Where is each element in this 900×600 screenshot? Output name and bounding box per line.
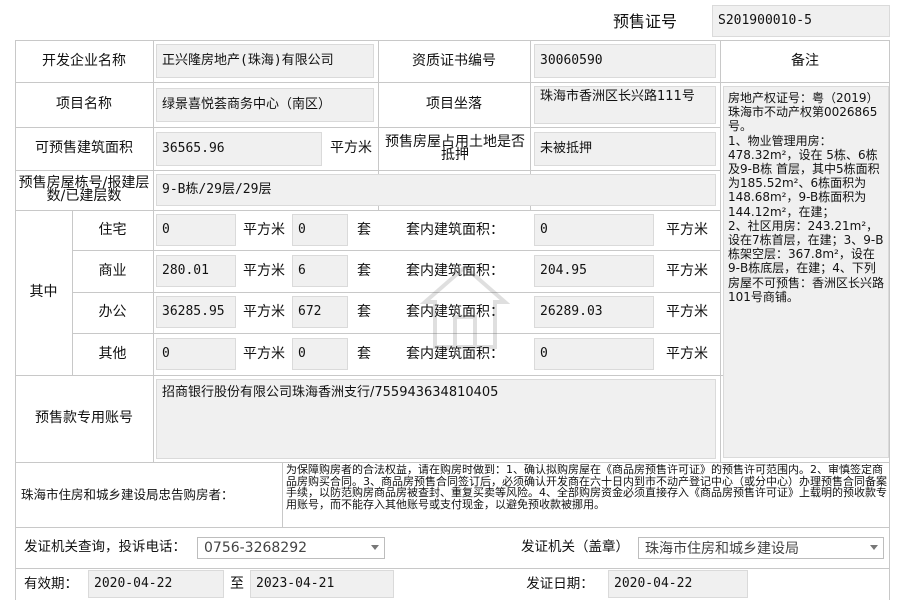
- mortgage-label: 预售房屋占用土地是否抵押: [385, 133, 525, 163]
- usage-area-value: 36285.95: [156, 296, 236, 328]
- notice-label: 珠海市住房和城乡建设局忠告购房者：: [21, 487, 234, 502]
- validity-to-label: 至: [230, 575, 244, 592]
- location-label: 项目坐落: [426, 96, 482, 112]
- building-floors-value: 9-B栋/29层/29层: [156, 174, 716, 206]
- usage-type-other: 其他: [98, 345, 127, 362]
- issue-date-value: 2020-04-22: [608, 570, 748, 598]
- location-value: 珠海市香洲区长兴路111号: [534, 86, 716, 124]
- presale-area-value: 36565.96: [156, 132, 322, 166]
- usage-type-office: 办公: [98, 304, 127, 320]
- project-value: 绿景喜悦荟商务中心（南区）: [156, 88, 374, 122]
- usage-sets-unit: 套: [357, 262, 371, 279]
- usage-sets-value: 0: [292, 214, 348, 246]
- authority-value: 珠海市住房和城乡建设局: [645, 541, 799, 557]
- inner-area-unit: 平方米: [666, 345, 708, 362]
- inner-area-unit: 平方米: [666, 262, 708, 279]
- house-watermark-icon: [420, 264, 510, 349]
- qualification-value: 30060590: [534, 44, 716, 78]
- validity-from: 2020-04-22: [88, 570, 224, 598]
- complaint-phone-select[interactable]: 0756-3268292: [197, 537, 385, 559]
- inner-area-value: 0: [534, 338, 654, 370]
- presale-number-value: S201900010-5: [712, 5, 890, 37]
- mortgage-value: 未被抵押: [534, 132, 716, 166]
- notice-text: 为保障购房者的合法权益，请在购房时做到：1、确认拟购房屋在《商品房预售许可证》的…: [286, 464, 887, 511]
- usage-sets-unit: 套: [357, 304, 371, 320]
- account-value: 招商银行股份有限公司珠海香洲支行/755943634810405: [156, 379, 716, 459]
- presale-number-label: 预售证号: [612, 11, 677, 31]
- usage-area-value: 280.01: [156, 255, 236, 287]
- remark-label: 备注: [791, 52, 819, 69]
- inner-area-unit: 平方米: [666, 304, 708, 320]
- usage-area-unit: 平方米: [243, 304, 285, 320]
- usage-sets-unit: 套: [357, 221, 371, 238]
- usage-sets-unit: 套: [357, 345, 371, 362]
- account-label: 预售款专用账号: [35, 410, 133, 426]
- inner-area-value: 0: [534, 214, 654, 246]
- usage-type-residential: 住宅: [98, 221, 127, 238]
- chevron-down-icon: [870, 545, 878, 550]
- usage-area-unit: 平方米: [243, 345, 285, 362]
- authority-select[interactable]: 珠海市住房和城乡建设局: [638, 537, 884, 559]
- qualification-label: 资质证书编号: [412, 52, 496, 69]
- usage-area-value: 0: [156, 338, 236, 370]
- usage-area-unit: 平方米: [243, 262, 285, 279]
- issue-date-label: 发证日期：: [526, 575, 594, 592]
- chevron-down-icon: [371, 545, 379, 550]
- usage-area-unit: 平方米: [243, 221, 285, 238]
- remark-text: 房地产权证号：粤（2019）珠海市不动产权第0026865号。 1、物业管理用房…: [723, 86, 889, 458]
- usage-sets-value: 0: [292, 338, 348, 370]
- inner-area-value: 204.95: [534, 255, 654, 287]
- complaint-phone-value: 0756-3268292: [204, 540, 308, 556]
- usage-type-commercial: 商业: [98, 262, 127, 279]
- inner-area-label: 套内建筑面积：: [406, 221, 504, 238]
- usage-sets-value: 6: [292, 255, 348, 287]
- usage-sets-value: 672: [292, 296, 348, 328]
- usage-area-value: 0: [156, 214, 236, 246]
- complaint-phone-label: 发证机关查询，投诉电话：: [24, 539, 186, 555]
- inner-area-value: 26289.03: [534, 296, 654, 328]
- project-label: 项目名称: [56, 96, 112, 112]
- validity-to: 2023-04-21: [250, 570, 394, 598]
- presale-area-unit: 平方米: [330, 140, 372, 156]
- usage-group-label: 其中: [29, 284, 58, 300]
- presale-area-label: 可预售建筑面积: [35, 140, 133, 156]
- authority-label: 发证机关（盖章）: [521, 539, 629, 555]
- inner-area-unit: 平方米: [666, 221, 708, 238]
- building-floors-label: 预售房屋栋号/报建层数/已建层数: [18, 175, 150, 204]
- developer-label: 开发企业名称: [42, 52, 126, 69]
- developer-value: 正兴隆房地产(珠海)有限公司: [156, 44, 374, 78]
- validity-label: 有效期：: [24, 575, 78, 592]
